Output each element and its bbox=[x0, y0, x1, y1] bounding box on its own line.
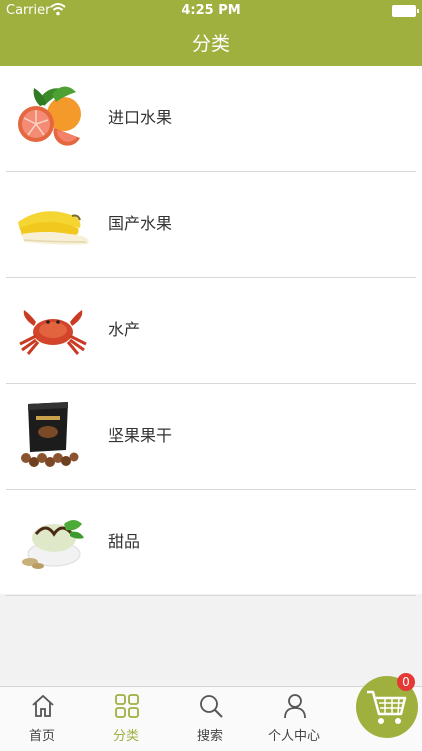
search-icon bbox=[198, 693, 224, 719]
tab-label: 搜索 bbox=[196, 729, 223, 744]
tab-search[interactable]: 搜索 bbox=[168, 687, 252, 751]
banana-image bbox=[14, 186, 92, 262]
category-label: 甜品 bbox=[108, 532, 141, 551]
grapefruit-image bbox=[14, 80, 92, 156]
category-label: 坚果果干 bbox=[108, 426, 173, 445]
category-list: 进口水果 国产水果 水产 坚果果干 甜品 bbox=[0, 66, 422, 596]
tab-profile[interactable]: 个人中心 bbox=[252, 687, 336, 751]
person-icon bbox=[282, 693, 308, 719]
category-row-nuts[interactable]: 坚果果干 bbox=[6, 384, 416, 490]
grid-icon bbox=[114, 693, 140, 719]
nav-bar: 分类 bbox=[0, 22, 422, 66]
crab-image bbox=[14, 292, 92, 368]
tab-home[interactable]: 首页 bbox=[0, 687, 84, 751]
page-title: 分类 bbox=[191, 33, 230, 55]
status-time: 4:25 PM bbox=[181, 3, 241, 18]
battery-icon bbox=[392, 5, 419, 17]
tab-label: 首页 bbox=[28, 729, 55, 744]
tab-category[interactable]: 分类 bbox=[84, 687, 168, 751]
category-row-imported-fruit[interactable]: 进口水果 bbox=[6, 66, 416, 172]
status-bar: Carrier 4:25 PM bbox=[0, 0, 422, 22]
category-label: 水产 bbox=[108, 320, 141, 339]
cart-icon bbox=[365, 688, 409, 726]
nuts-image bbox=[14, 398, 92, 474]
category-row-dessert[interactable]: 甜品 bbox=[6, 490, 416, 596]
home-icon bbox=[30, 693, 56, 719]
category-label: 进口水果 bbox=[108, 108, 173, 127]
category-row-domestic-fruit[interactable]: 国产水果 bbox=[6, 172, 416, 278]
dessert-image bbox=[14, 504, 92, 580]
tab-label: 分类 bbox=[112, 729, 139, 744]
cart-count-badge: 0 bbox=[397, 673, 415, 691]
category-label: 国产水果 bbox=[108, 214, 173, 233]
tab-label: 个人中心 bbox=[267, 729, 320, 744]
category-row-seafood[interactable]: 水产 bbox=[6, 278, 416, 384]
